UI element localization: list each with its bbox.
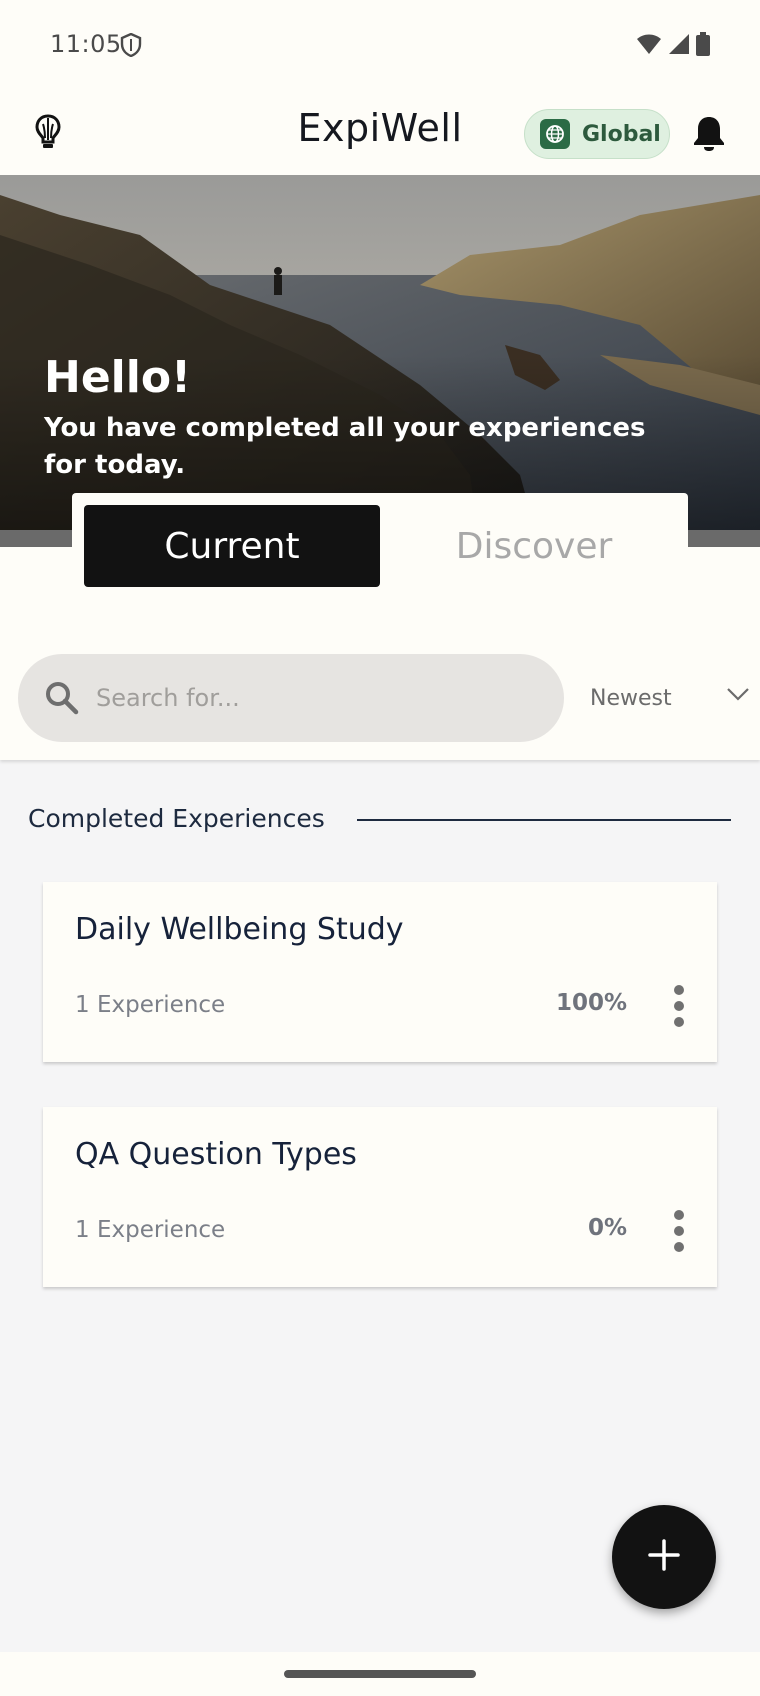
app-bar: ExpiWell Global [0, 92, 760, 175]
status-bar: 11:05 [0, 0, 760, 92]
more-vertical-icon[interactable] [673, 1209, 685, 1257]
globe-icon [540, 119, 570, 149]
study-experience-count: 1 Experience [75, 1217, 226, 1243]
bell-icon[interactable] [692, 114, 726, 156]
tab-current[interactable]: Current [84, 505, 380, 587]
study-title: QA Question Types [75, 1137, 357, 1172]
study-progress: 0% [587, 1215, 627, 1241]
wifi-icon [636, 33, 662, 59]
add-button[interactable] [612, 1505, 716, 1609]
sort-selected: Newest [590, 685, 672, 711]
tab-bar: Current Discover [72, 493, 688, 593]
study-card[interactable]: QA Question Types 1 Experience 0% [43, 1107, 717, 1287]
hero-message: You have completed all your experiences … [44, 413, 646, 480]
shield-icon [120, 32, 142, 61]
search-icon [44, 680, 80, 720]
search-bar[interactable] [18, 654, 564, 742]
section-heading: Completed Experiences [28, 804, 325, 833]
home-indicator[interactable] [284, 1670, 476, 1678]
region-label: Global [582, 121, 661, 147]
study-experience-count: 1 Experience [75, 992, 226, 1018]
section-divider [357, 819, 731, 821]
more-vertical-icon[interactable] [673, 984, 685, 1032]
chevron-down-icon [726, 686, 750, 706]
status-icons [636, 32, 710, 60]
plus-icon [647, 1538, 681, 1576]
search-input[interactable] [96, 654, 536, 742]
battery-icon [696, 32, 710, 60]
status-time: 11:05 [50, 30, 122, 58]
sort-dropdown[interactable]: Newest [590, 676, 750, 720]
hero-greeting: Hello! [44, 352, 192, 403]
tab-discover[interactable]: Discover [392, 505, 676, 587]
study-progress: 100% [555, 990, 627, 1016]
signal-icon [668, 33, 690, 59]
study-title: Daily Wellbeing Study [75, 912, 404, 947]
region-chip[interactable]: Global [524, 109, 670, 159]
study-card[interactable]: Daily Wellbeing Study 1 Experience 100% [43, 882, 717, 1062]
